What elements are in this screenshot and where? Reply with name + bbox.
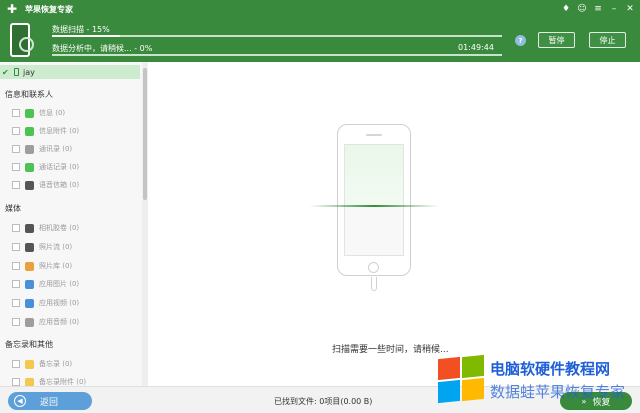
- section-title-messages: 信息和联系人: [5, 90, 53, 99]
- notes-icon: [25, 359, 34, 369]
- found-files-text: 已找到文件: 0项目(0.00 B): [274, 397, 373, 406]
- checkbox[interactable]: [12, 145, 20, 153]
- category-item[interactable]: 应用视频 (0): [12, 297, 79, 309]
- phone-scan-icon: [10, 23, 34, 57]
- scan-line: [309, 205, 439, 207]
- recover-button[interactable]: » 恢复: [560, 392, 632, 410]
- photostream-icon: [25, 242, 34, 252]
- section-title-notes: 备忘录和其他: [5, 340, 53, 349]
- phone-cable: [371, 277, 377, 291]
- category-label: 语音信箱 (0): [39, 181, 80, 189]
- checkbox[interactable]: [12, 224, 20, 232]
- checkbox[interactable]: [12, 127, 20, 135]
- back-button[interactable]: ◀ 返回: [8, 392, 92, 410]
- checkbox[interactable]: [12, 378, 20, 386]
- category-item[interactable]: 应用音频 (0): [12, 316, 79, 328]
- device-row[interactable]: ✔ jay: [0, 65, 140, 79]
- contacts-icon: [25, 144, 34, 154]
- device-phone-icon: [14, 68, 19, 76]
- title-bar: ✚ 苹果恢复专家 ♦ ☺ ≡ – ✕: [0, 0, 640, 18]
- checkbox[interactable]: [12, 163, 20, 171]
- category-item[interactable]: 应用图片 (0): [12, 278, 79, 290]
- scan-progress-fill: [52, 35, 120, 37]
- photo-library-icon: [25, 261, 34, 271]
- voicemail-icon: [25, 180, 34, 190]
- app-title: 苹果恢复专家: [25, 4, 73, 14]
- app-video-icon: [25, 298, 34, 308]
- category-label: 备忘录 (0): [39, 360, 73, 368]
- scan-pane: 扫描需要一些时间，请稍候...: [149, 62, 640, 386]
- checkbox[interactable]: [12, 181, 20, 189]
- phone-screen: [344, 144, 404, 256]
- window-controls: ♦ ☺ ≡ – ✕: [560, 0, 636, 18]
- checkbox[interactable]: [12, 280, 20, 288]
- help-icon[interactable]: ?: [515, 35, 526, 46]
- phone-home-button: [368, 262, 379, 273]
- category-label: 通讯录 (0): [39, 145, 73, 153]
- recover-label: 恢复: [592, 397, 611, 408]
- close-icon[interactable]: ✕: [624, 3, 636, 15]
- category-label: 相机胶卷 (0): [39, 224, 80, 232]
- progress-header: 数据扫描 - 15% 数据分析中，请稍候... - 0% 01:49:44 ? …: [0, 18, 640, 62]
- footer-bar: ◀ 返回 已找到文件: 0项目(0.00 B) » 恢复: [0, 386, 640, 413]
- checkbox[interactable]: [12, 360, 20, 368]
- device-name: jay: [23, 67, 35, 77]
- scan-message: 扫描需要一些时间，请稍候...: [332, 345, 449, 355]
- category-label: 信息附件 (0): [39, 127, 80, 135]
- checkbox[interactable]: [12, 243, 20, 251]
- section-title-media: 媒体: [5, 204, 21, 213]
- phone-speaker: [366, 134, 382, 136]
- app-audio-icon: [25, 317, 34, 327]
- category-label: 照片库 (0): [39, 262, 73, 270]
- menu-icon[interactable]: ≡: [592, 3, 604, 15]
- checkbox[interactable]: [12, 262, 20, 270]
- device-check-icon[interactable]: ✔: [2, 68, 10, 77]
- attachment-icon: [25, 126, 34, 136]
- back-label: 返回: [40, 397, 59, 408]
- checkbox[interactable]: [12, 109, 20, 117]
- category-item[interactable]: 备忘录 (0): [12, 358, 72, 370]
- category-item[interactable]: 通讯录 (0): [12, 143, 72, 155]
- category-item[interactable]: 相机胶卷 (0): [12, 222, 79, 234]
- call-log-icon: [25, 162, 34, 172]
- category-label: 通话记录 (0): [39, 163, 80, 171]
- pause-button[interactable]: 暂停: [538, 32, 575, 48]
- category-item[interactable]: 照片流 (0): [12, 241, 72, 253]
- phone-illustration: [337, 124, 411, 291]
- category-label: 备忘录附件 (0): [39, 378, 87, 386]
- app-logo-icon: ✚: [6, 2, 18, 16]
- scan-progress-bar: [52, 35, 502, 37]
- message-icon: [25, 108, 34, 118]
- category-item[interactable]: 备忘录附件 (0): [12, 376, 86, 386]
- category-label: 信息 (0): [39, 109, 66, 117]
- analyze-progress-label: 数据分析中，请稍候... - 0%: [52, 44, 153, 53]
- checkbox[interactable]: [12, 318, 20, 326]
- diamond-icon[interactable]: ♦: [560, 3, 572, 15]
- category-item[interactable]: 通话记录 (0): [12, 161, 79, 173]
- minimize-icon[interactable]: –: [608, 3, 620, 15]
- camera-icon: [25, 223, 34, 233]
- category-item[interactable]: 语音信箱 (0): [12, 179, 79, 191]
- analyze-progress-bar: [52, 54, 502, 56]
- category-item[interactable]: 信息 (0): [12, 107, 65, 119]
- category-sidebar: ✔ jay 信息和联系人 信息 (0) 信息附件 (0) 通讯录 (0) 通话记…: [0, 62, 148, 386]
- app-photo-icon: [25, 279, 34, 289]
- notes-attachment-icon: [25, 377, 34, 386]
- category-label: 应用音频 (0): [39, 318, 80, 326]
- chat-icon[interactable]: ☺: [576, 3, 588, 15]
- stop-button[interactable]: 停止: [589, 32, 626, 48]
- category-item[interactable]: 信息附件 (0): [12, 125, 79, 137]
- category-label: 应用图片 (0): [39, 280, 80, 288]
- scan-glow: [345, 145, 403, 209]
- category-label: 照片流 (0): [39, 243, 73, 251]
- category-item[interactable]: 照片库 (0): [12, 260, 72, 272]
- back-arrow-icon: ◀: [14, 395, 26, 407]
- scan-progress-label: 数据扫描 - 15%: [52, 25, 110, 34]
- category-label: 应用视频 (0): [39, 299, 80, 307]
- recover-arrows-icon: »: [581, 396, 587, 406]
- sidebar-scrollbar[interactable]: [142, 62, 148, 386]
- checkbox[interactable]: [12, 299, 20, 307]
- elapsed-time: 01:49:44: [458, 43, 494, 52]
- scrollbar-thumb[interactable]: [143, 68, 147, 200]
